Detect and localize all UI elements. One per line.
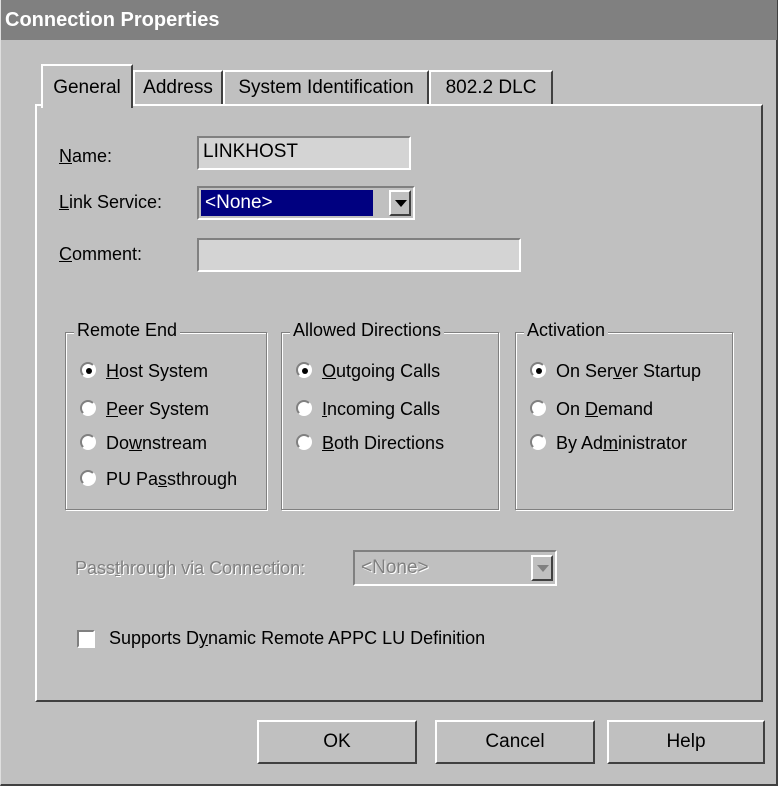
chevron-down-icon	[395, 200, 407, 207]
tab-general[interactable]: General	[41, 64, 133, 108]
passthrough-dropdown-button[interactable]	[531, 555, 553, 581]
ok-button[interactable]: OK	[257, 720, 417, 764]
dynamic-appc-label[interactable]: Supports Dynamic Remote APPC LU Definiti…	[109, 628, 485, 649]
name-input[interactable]: LINKHOST	[197, 136, 411, 170]
help-button[interactable]: Help	[607, 720, 765, 764]
name-label: Name:	[59, 146, 113, 166]
passthrough-select[interactable]: <None>	[353, 550, 557, 586]
tab-system-identification[interactable]: System Identification	[223, 70, 429, 106]
link-service-dropdown-button[interactable]	[389, 190, 411, 216]
passthrough-label: Passthrough via Connection:	[75, 558, 306, 578]
comment-input[interactable]	[197, 238, 521, 272]
connection-properties-dialog: Connection Properties General Address Sy…	[0, 0, 778, 786]
tab-panel-general: Name: LINKHOST Link Service: <None> Comm…	[35, 104, 763, 702]
comment-label: Comment:	[59, 244, 143, 264]
title-bar[interactable]: Connection Properties	[1, 0, 777, 40]
activation-group: Activation On Server Startup On Demand B…	[515, 320, 733, 510]
link-service-label: Link Service:	[59, 192, 163, 212]
chevron-down-icon	[537, 565, 549, 572]
passthrough-value: <None>	[361, 557, 429, 578]
cancel-button[interactable]: Cancel	[435, 720, 595, 764]
remote-end-title: Remote End	[74, 320, 181, 341]
tab-802-2-dlc[interactable]: 802.2 DLC	[429, 70, 553, 106]
dynamic-appc-checkbox[interactable]	[77, 630, 95, 648]
activation-title: Activation	[524, 320, 609, 341]
tab-address[interactable]: Address	[133, 70, 223, 106]
remote-end-group: Remote End Host System Peer System Downs…	[65, 320, 267, 510]
allowed-directions-title: Allowed Directions	[290, 320, 445, 341]
allowed-directions-group: Allowed Directions Outgoing Calls Incomi…	[281, 320, 499, 510]
link-service-select[interactable]: <None>	[197, 186, 415, 220]
link-service-value: <None>	[201, 190, 373, 216]
